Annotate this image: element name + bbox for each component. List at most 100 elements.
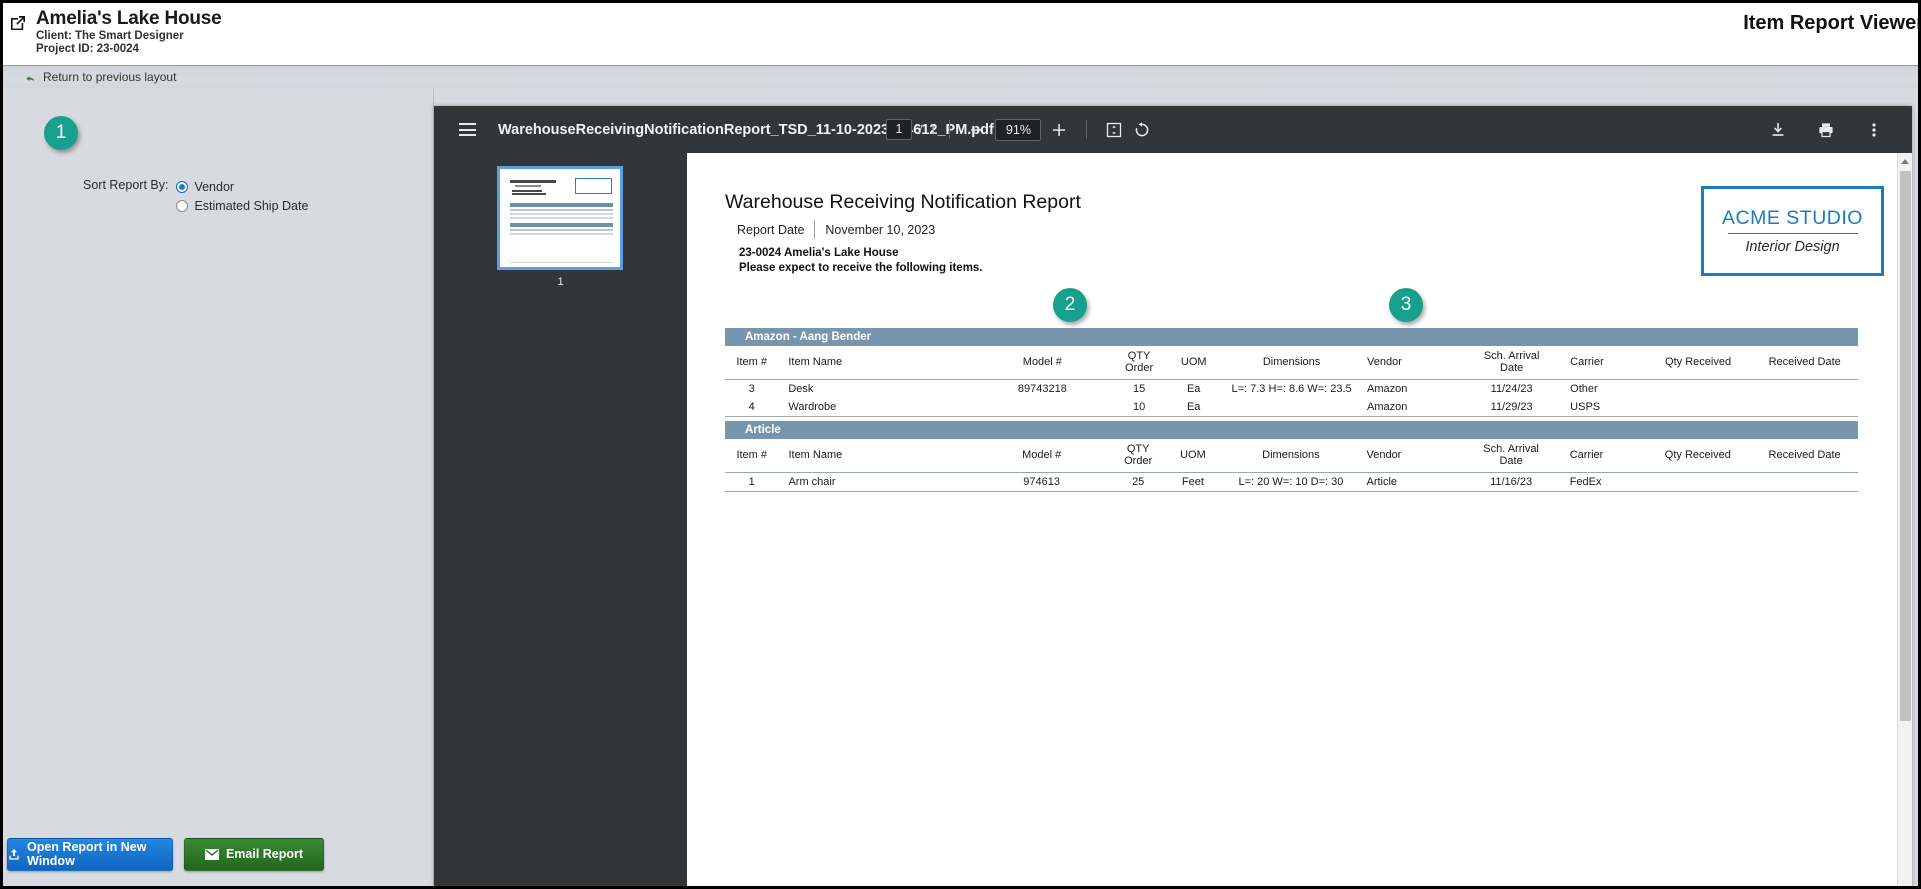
col-qty-received: Qty Received	[1644, 439, 1752, 473]
cell-received-date	[1751, 398, 1858, 416]
cell-item-number: 1	[748, 476, 755, 488]
hamburger-menu-icon[interactable]	[459, 120, 476, 140]
col-received-date: Received Date	[1751, 439, 1858, 473]
col-qty-order: QTY Order	[1109, 346, 1169, 380]
cell-received-date	[1751, 473, 1858, 492]
cell-arrival-date: 11/24/23	[1490, 383, 1533, 395]
cell-dimensions: L=: 20 W=: 10 D=: 30	[1238, 476, 1344, 488]
cell-vendor: Amazon	[1367, 383, 1408, 395]
cell-item-name: Wardrobe	[788, 401, 837, 413]
return-to-previous-layout-link[interactable]: Return to previous layout	[25, 70, 176, 84]
rotate-counterclockwise-icon[interactable]	[1128, 116, 1156, 144]
cell-item-number: 4	[748, 401, 755, 413]
table-header-row: Item # Item Name Model # QTY Order UOM D…	[725, 346, 1858, 380]
cell-item-name: Arm chair	[788, 476, 836, 488]
more-vertical-icon[interactable]	[1860, 116, 1888, 144]
open-report-in-new-window-button[interactable]: Open Report in New Window	[7, 837, 173, 871]
pdf-viewer: WarehouseReceivingNotificationReport_TSD…	[434, 106, 1912, 886]
radio-option-vendor[interactable]: Vendor	[176, 177, 308, 196]
client-line: Client: The Smart Designer	[36, 30, 184, 42]
envelope-icon	[204, 848, 219, 860]
print-icon[interactable]	[1812, 116, 1840, 144]
return-link-label: Return to previous layout	[43, 70, 177, 84]
col-qty-received: Qty Received	[1644, 346, 1752, 380]
pdf-page-scroll-area[interactable]: Warehouse Receiving Notification Report …	[687, 153, 1897, 886]
thumbnail-page-preview	[503, 172, 617, 264]
cell-item-number: 3	[748, 383, 755, 395]
logo-tagline: Interior Design	[1745, 239, 1840, 255]
thumbnail-page-1[interactable]	[497, 166, 623, 270]
zoom-in-plus-icon[interactable]	[1045, 116, 1073, 144]
cell-qty-received	[1645, 398, 1752, 416]
cell-qty-received	[1644, 473, 1751, 492]
document-project-code: 23-0024 Amelia's Lake House	[739, 247, 899, 259]
col-item-number: Item #	[725, 346, 779, 380]
col-dimensions: Dimensions	[1218, 439, 1364, 473]
pdf-toolbar: WarehouseReceivingNotificationReport_TSD…	[434, 106, 1912, 153]
left-options-panel: Sort Report By: Vendor Estimated Ship Da…	[3, 88, 434, 886]
radio-estimated-ship-date-label: Estimated Ship Date	[194, 198, 309, 213]
cell-qty-order: 15	[1132, 383, 1146, 395]
col-uom: UOM	[1167, 439, 1219, 473]
pdf-thumbnail-rail: 1	[434, 153, 687, 886]
cell-model-number: 89743218	[1017, 383, 1067, 395]
document-title: Warehouse Receiving Notification Report	[725, 191, 1081, 213]
project-title-block: Amelia's Lake House Client: The Smart De…	[36, 8, 222, 56]
cell-item-name: Desk	[788, 383, 814, 395]
cell-uom: Feet	[1181, 476, 1204, 488]
page-title: Amelia's Lake House	[36, 8, 222, 29]
external-link-icon[interactable]	[9, 14, 27, 32]
toolbar-divider-1	[949, 120, 951, 139]
table-row: 4 Wardrobe 10 Ea Amazon 11/29/23 USPS	[725, 398, 1858, 416]
step-badge-2: 2	[1053, 288, 1087, 322]
acme-studio-logo: ACME STUDIO Interior Design	[1701, 186, 1884, 276]
download-icon[interactable]	[1764, 116, 1792, 144]
pdf-page-1: Warehouse Receiving Notification Report …	[687, 153, 1897, 886]
col-vendor: Vendor	[1363, 439, 1456, 473]
pdf-toolbar-center-controls: 1 / 1 91%	[886, 106, 1156, 153]
col-uom: UOM	[1168, 346, 1220, 380]
page-number-input[interactable]: 1	[886, 119, 912, 140]
radio-vendor-input[interactable]	[176, 180, 189, 193]
scroll-up-arrow-icon[interactable]	[1901, 159, 1909, 164]
step-badge-3: 3	[1389, 288, 1423, 322]
table-row: 1 Arm chair 974613 25 Feet L=: 20 W=: 10…	[725, 473, 1858, 492]
cell-dimensions	[1219, 398, 1364, 416]
col-arrival-date: Sch. Arrival Date	[1455, 439, 1567, 473]
cell-carrier: Other	[1570, 383, 1598, 395]
step-badge-1: 1	[44, 116, 78, 150]
radio-estimated-ship-date-input[interactable]	[176, 199, 189, 212]
col-item-name: Item Name	[778, 346, 975, 380]
cell-qty-order: 10	[1132, 401, 1146, 413]
document-project-block: 23-0024 Amelia's Lake House Please expec…	[739, 246, 983, 276]
table-header-row: Item # Item Name Model # QTY Order UOM D…	[725, 439, 1858, 473]
page-total: 1	[929, 122, 937, 137]
email-report-button[interactable]: Email Report	[184, 837, 324, 871]
cell-dimensions: L=: 7.3 H=: 8.6 W=: 23.5	[1231, 383, 1352, 395]
cell-qty-received	[1645, 380, 1752, 399]
section-bottom-rule	[725, 416, 1858, 417]
zoom-out-minus-icon[interactable]	[963, 116, 991, 144]
scrollbar-thumb[interactable]	[1900, 171, 1911, 721]
col-qty-order: QTY Order	[1108, 439, 1168, 473]
cell-received-date	[1751, 380, 1858, 399]
col-vendor: Vendor	[1364, 346, 1457, 380]
report-section-amazon: Amazon - Aang Bender Item # Item Name Mo…	[725, 328, 1858, 417]
document-instruction: Please expect to receive the following i…	[739, 262, 983, 274]
col-dimensions: Dimensions	[1219, 346, 1364, 380]
radio-option-estimated-ship-date[interactable]: Estimated Ship Date	[176, 196, 308, 215]
section-header-title: Article	[725, 421, 1858, 439]
col-item-number: Item #	[725, 439, 779, 473]
pdf-vertical-scrollbar[interactable]	[1897, 153, 1912, 886]
pdf-toolbar-right-controls	[1764, 106, 1888, 153]
fit-page-icon[interactable]	[1100, 116, 1128, 144]
cell-carrier: USPS	[1570, 401, 1601, 413]
radio-vendor-label: Vendor	[194, 179, 235, 194]
zoom-level-value[interactable]: 91%	[995, 118, 1042, 141]
document-report-date: Report Date November 10, 2023	[737, 220, 935, 239]
sort-radio-group: Vendor Estimated Ship Date	[176, 177, 308, 215]
report-section-article: Article Item # Item Name Model # QTY Ord…	[725, 421, 1858, 492]
col-model-number: Model #	[974, 346, 1110, 380]
report-date-value: November 10, 2023	[825, 222, 936, 237]
report-date-divider	[814, 220, 816, 239]
